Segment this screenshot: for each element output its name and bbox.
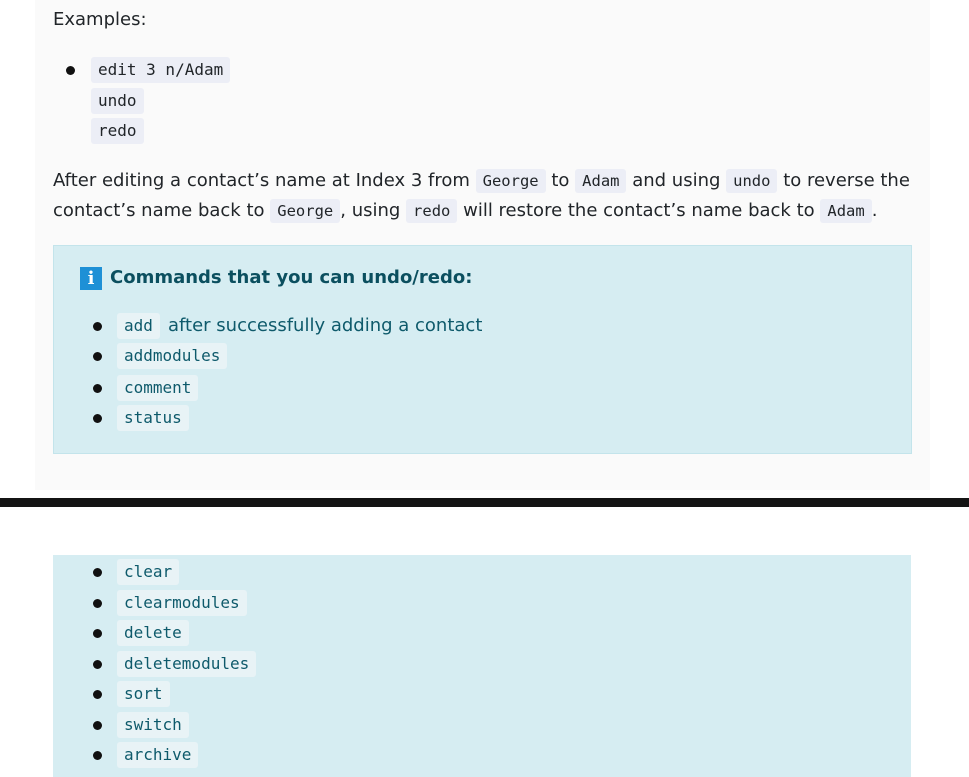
text-fragment: , using <box>340 200 407 221</box>
command-code-clear: clear <box>117 559 180 585</box>
command-code-switch: switch <box>117 712 189 738</box>
text-fragment: to <box>545 170 576 191</box>
inline-code: undo <box>726 169 778 193</box>
example-command-edit: edit 3 n/Adam <box>91 57 231 83</box>
command-code-addmodules: addmodules <box>117 343 228 369</box>
inline-code: redo <box>406 199 458 223</box>
command-code-add: add <box>117 313 160 339</box>
inline-code: George <box>270 199 341 223</box>
explanation-paragraph: After editing a contact’s name at Index … <box>53 166 913 226</box>
example-command-redo: redo <box>91 118 144 144</box>
command-code-deletemodules: deletemodules <box>117 651 257 677</box>
command-code-delete: delete <box>117 620 189 646</box>
list-bullet <box>66 66 75 75</box>
info-callout-heading: Commands that you can undo/redo: <box>110 267 473 288</box>
command-code-sort: sort <box>117 681 170 707</box>
inline-code: George <box>475 169 546 193</box>
command-code-clearmodules: clearmodules <box>117 590 247 616</box>
command-description: after successfully adding a contact <box>168 315 483 336</box>
examples-heading: Examples: <box>53 9 147 30</box>
list-bullet <box>93 629 102 638</box>
info-icon: i <box>80 267 102 290</box>
list-bullet <box>93 751 102 760</box>
text-fragment: and using <box>626 170 727 191</box>
inline-code: Adam <box>820 199 872 223</box>
example-command-undo: undo <box>91 88 144 114</box>
list-bullet <box>93 322 102 331</box>
text-fragment: . <box>871 200 878 221</box>
docs-page: Examples: edit 3 n/Adam undo redo After … <box>0 0 969 777</box>
list-bullet <box>93 660 102 669</box>
list-bullet <box>93 690 102 699</box>
list-bullet <box>93 721 102 730</box>
list-bullet <box>93 414 102 423</box>
list-bullet <box>93 352 102 361</box>
list-bullet <box>93 599 102 608</box>
section-divider <box>0 498 969 507</box>
text-fragment: After editing a contact’s name at Index … <box>53 170 476 191</box>
command-code-status: status <box>117 405 189 431</box>
command-code-archive: archive <box>117 742 199 768</box>
inline-code: Adam <box>575 169 627 193</box>
list-bullet <box>93 568 102 577</box>
text-fragment: will restore the contact’s name back to <box>457 200 821 221</box>
list-bullet <box>93 384 102 393</box>
command-code-comment: comment <box>117 375 199 401</box>
